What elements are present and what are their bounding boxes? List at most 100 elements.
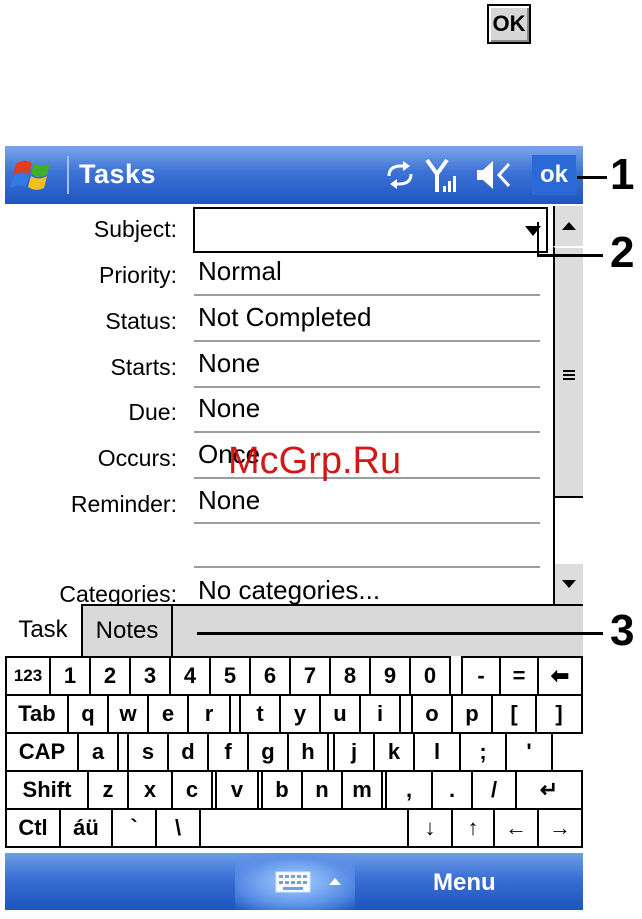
key-0[interactable]: 0 bbox=[409, 656, 451, 696]
key-c[interactable]: c bbox=[171, 770, 213, 810]
key-f[interactable]: f bbox=[207, 732, 249, 772]
key-h[interactable]: h bbox=[287, 732, 329, 772]
key-8[interactable]: 8 bbox=[329, 656, 371, 696]
key-r[interactable]: r bbox=[187, 694, 231, 734]
callout-2-leader bbox=[537, 222, 539, 256]
key-123[interactable]: 123 bbox=[5, 656, 51, 696]
scroll-down-button[interactable] bbox=[553, 564, 583, 604]
key-right-arrow[interactable]: → bbox=[537, 808, 583, 848]
signal-icon[interactable] bbox=[425, 156, 461, 194]
key-e[interactable]: e bbox=[147, 694, 189, 734]
key-period[interactable]: . bbox=[431, 770, 473, 810]
status-value[interactable]: Not Completed bbox=[198, 302, 371, 333]
volume-icon[interactable] bbox=[473, 156, 515, 194]
windows-start-icon[interactable] bbox=[10, 154, 58, 196]
ok-button[interactable]: ok bbox=[532, 155, 576, 195]
key-9[interactable]: 9 bbox=[369, 656, 411, 696]
menu-button[interactable]: Menu bbox=[433, 869, 496, 897]
key-down-arrow[interactable]: ↓ bbox=[407, 808, 453, 848]
occurs-label: Occurs: bbox=[97, 445, 177, 471]
key-n[interactable]: n bbox=[301, 770, 343, 810]
priority-value[interactable]: Normal bbox=[198, 256, 282, 287]
keyboard-icon[interactable] bbox=[275, 871, 319, 893]
categories-value[interactable]: No categories... bbox=[198, 575, 380, 606]
sync-icon[interactable] bbox=[383, 156, 417, 194]
starts-label: Starts: bbox=[110, 354, 177, 380]
key-v[interactable]: v bbox=[215, 770, 259, 810]
key-b[interactable]: b bbox=[261, 770, 303, 810]
key-right-bracket[interactable]: ] bbox=[535, 694, 583, 734]
tab-task[interactable]: Task bbox=[5, 604, 83, 656]
status-underline bbox=[194, 340, 540, 342]
key-s[interactable]: s bbox=[127, 732, 169, 772]
key-a[interactable]: a bbox=[77, 732, 119, 772]
key-up-arrow[interactable]: ↑ bbox=[451, 808, 495, 848]
key-t[interactable]: t bbox=[239, 694, 281, 734]
scroll-thumb[interactable] bbox=[553, 246, 583, 498]
subject-input[interactable] bbox=[193, 207, 548, 253]
key-i[interactable]: i bbox=[359, 694, 401, 734]
key-quote[interactable]: ' bbox=[505, 732, 553, 772]
key-space[interactable] bbox=[199, 808, 409, 848]
callout-1-line bbox=[577, 176, 607, 179]
key-w[interactable]: w bbox=[107, 694, 149, 734]
key-caps[interactable]: CAP bbox=[5, 732, 79, 772]
key-p[interactable]: p bbox=[451, 694, 493, 734]
watermark: McGrp.Ru bbox=[228, 440, 402, 482]
key-j[interactable]: j bbox=[333, 732, 375, 772]
reminder-value[interactable]: None bbox=[198, 485, 260, 516]
backspace-key[interactable]: ⬅ bbox=[537, 656, 583, 696]
callout-3-line bbox=[197, 632, 603, 635]
key-international[interactable]: áü bbox=[59, 808, 113, 848]
priority-underline bbox=[194, 294, 540, 296]
key-5[interactable]: 5 bbox=[209, 656, 251, 696]
key-l[interactable]: l bbox=[413, 732, 461, 772]
key-x[interactable]: x bbox=[127, 770, 173, 810]
priority-label: Priority: bbox=[99, 262, 177, 288]
key-o[interactable]: o bbox=[411, 694, 453, 734]
key-semicolon[interactable]: ; bbox=[459, 732, 507, 772]
callout-2: 2 bbox=[610, 228, 635, 277]
blank-underline bbox=[194, 566, 540, 568]
key-m[interactable]: m bbox=[341, 770, 383, 810]
key-equals[interactable]: = bbox=[499, 656, 539, 696]
key-q[interactable]: q bbox=[67, 694, 109, 734]
key-backtick[interactable]: ` bbox=[111, 808, 157, 848]
key-left-arrow[interactable]: ← bbox=[493, 808, 539, 848]
due-value[interactable]: None bbox=[198, 393, 260, 424]
key-left-bracket[interactable]: [ bbox=[491, 694, 537, 734]
tab-notes[interactable]: Notes bbox=[83, 604, 173, 656]
callout-1: 1 bbox=[610, 150, 635, 199]
key-ctrl[interactable]: Ctl bbox=[5, 808, 61, 848]
reminder-underline bbox=[194, 522, 540, 524]
key-tab[interactable]: Tab bbox=[5, 694, 69, 734]
key-7[interactable]: 7 bbox=[289, 656, 331, 696]
key-d[interactable]: d bbox=[167, 732, 209, 772]
starts-underline bbox=[194, 386, 540, 388]
callout-2-line bbox=[537, 254, 603, 257]
scroll-down-arrow-icon bbox=[562, 580, 576, 588]
key-shift[interactable]: Shift bbox=[5, 770, 89, 810]
key-z[interactable]: z bbox=[87, 770, 129, 810]
key-6[interactable]: 6 bbox=[249, 656, 291, 696]
device-screen: Tasks ok Subject: Priority: Normal Statu… bbox=[5, 146, 583, 910]
key-3[interactable]: 3 bbox=[129, 656, 171, 696]
key-slash[interactable]: / bbox=[471, 770, 517, 810]
key-backslash[interactable]: \ bbox=[155, 808, 201, 848]
menu-bar: Menu bbox=[5, 853, 583, 910]
key-u[interactable]: u bbox=[319, 694, 361, 734]
key-2[interactable]: 2 bbox=[89, 656, 131, 696]
starts-value[interactable]: None bbox=[198, 348, 260, 379]
scroll-up-button[interactable] bbox=[553, 206, 583, 246]
key-g[interactable]: g bbox=[247, 732, 289, 772]
key-minus[interactable]: - bbox=[461, 656, 501, 696]
key-y[interactable]: y bbox=[279, 694, 321, 734]
key-k[interactable]: k bbox=[373, 732, 415, 772]
chevron-up-icon[interactable] bbox=[327, 875, 343, 887]
key-comma[interactable]: , bbox=[385, 770, 433, 810]
reminder-label: Reminder: bbox=[70, 491, 177, 517]
enter-key[interactable]: ↵ bbox=[515, 770, 583, 810]
key-4[interactable]: 4 bbox=[169, 656, 211, 696]
title-bar: Tasks ok bbox=[5, 146, 583, 204]
key-1[interactable]: 1 bbox=[49, 656, 91, 696]
